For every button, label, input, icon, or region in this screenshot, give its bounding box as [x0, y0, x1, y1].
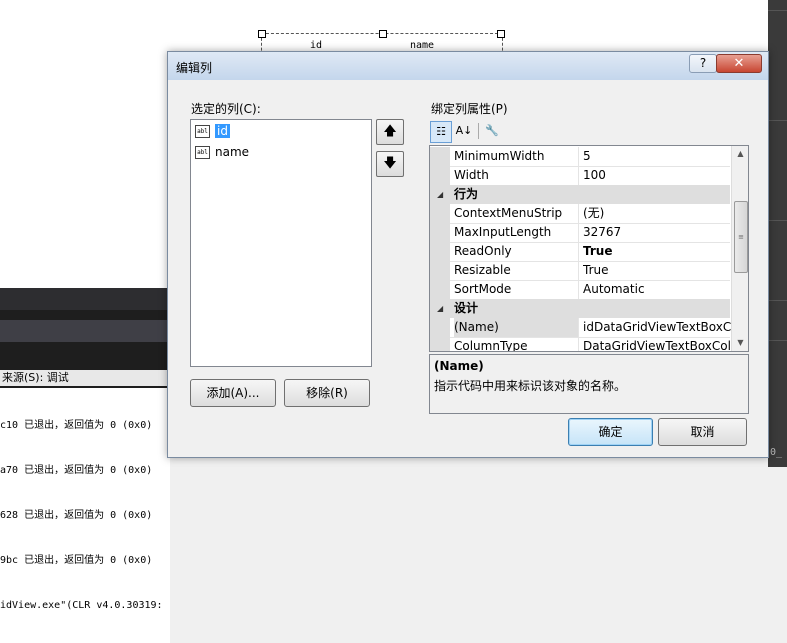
property-gutter — [430, 337, 450, 351]
scroll-up-icon[interactable]: ▲ — [732, 146, 748, 162]
property-gutter — [430, 204, 450, 223]
property-gutter — [430, 166, 450, 185]
property-value[interactable]: DataGridViewTextBoxColumn — [583, 337, 731, 351]
property-row[interactable]: (Name)idDataGridViewTextBoxColumn — [430, 318, 731, 338]
property-row[interactable]: SortMode Automatic — [430, 280, 730, 300]
bound-properties-label: 绑定列属性(P) — [431, 102, 508, 116]
categorized-view-button[interactable]: ☷ — [430, 121, 452, 143]
property-gutter — [430, 147, 450, 166]
property-gutter — [430, 280, 450, 299]
help-button[interactable]: ? — [689, 54, 717, 73]
property-row[interactable]: ContextMenuStrip (无) — [430, 204, 730, 224]
textbox-column-icon: abl — [195, 146, 210, 159]
description-title: (Name) — [434, 359, 484, 373]
output-lines: c10 已退出，返回值为 0 (0x0) a70 已退出，返回值为 0 (0x0… — [0, 388, 170, 643]
output-line: 628 已退出，返回值为 0 (0x0) — [0, 510, 153, 521]
alphabetical-view-button[interactable]: A↓ — [454, 121, 474, 141]
property-name: ColumnType — [454, 337, 579, 351]
property-row[interactable]: MaxInputLength 32767 — [430, 223, 730, 243]
output-line: idView.exe"(CLR v4.0.30319: — [0, 600, 163, 611]
ok-button[interactable]: 确定 — [568, 418, 653, 446]
output-window: 来源(S): 调试 c10 已退出，返回值为 0 (0x0) a70 已退出，返… — [0, 288, 172, 643]
arrow-down-icon: 🡇 — [383, 156, 397, 171]
property-grid-scrollbar[interactable]: ▲ ≡ ▼ — [731, 146, 748, 351]
property-name: SortMode — [454, 280, 579, 299]
property-value[interactable]: 32767 — [583, 223, 731, 242]
property-name: MaxInputLength — [454, 223, 579, 242]
property-gutter — [430, 318, 450, 337]
property-name: Resizable — [454, 261, 579, 280]
resize-handle[interactable] — [258, 30, 266, 38]
property-gutter — [430, 242, 450, 261]
property-value[interactable]: True — [583, 242, 731, 261]
property-grid[interactable]: MinimumWidth 5 Width 100 ◢ 行为 ContextMenuStrip… — [429, 145, 749, 352]
property-value[interactable]: idDataGridViewTextBoxColumn — [583, 318, 731, 337]
property-value[interactable]: (无) — [583, 204, 731, 223]
property-gutter — [430, 223, 450, 242]
property-gutter — [430, 261, 450, 280]
list-item-label: id — [215, 124, 230, 138]
wrench-icon: 🔧 — [485, 124, 499, 137]
property-description-panel: (Name) 指示代码中用来标识该对象的名称。 — [429, 354, 749, 414]
scroll-thumb[interactable]: ≡ — [734, 201, 748, 273]
dialog-title: 编辑列 — [176, 61, 213, 75]
property-name: (Name) — [454, 318, 579, 337]
output-source-label: 来源(S): 调试 — [0, 370, 172, 386]
resize-handle[interactable] — [497, 30, 505, 38]
property-row[interactable]: MinimumWidth 5 — [430, 147, 730, 167]
property-category[interactable]: ◢ 行为 — [430, 185, 730, 204]
output-header — [0, 320, 170, 342]
corner-text: 0_ — [770, 447, 783, 458]
property-value[interactable]: 5 — [583, 147, 731, 166]
property-name: ReadOnly — [454, 242, 579, 261]
property-row[interactable]: Width 100 — [430, 166, 730, 186]
property-row[interactable]: ColumnType DataGridViewTextBoxColumn — [430, 337, 731, 351]
add-column-button[interactable]: 添加(A)... — [190, 379, 276, 407]
list-item-label: name — [215, 145, 250, 159]
resize-handle[interactable] — [379, 30, 387, 38]
list-item-name[interactable]: abl name — [195, 144, 249, 161]
arrow-up-icon: 🡅 — [383, 124, 397, 139]
property-row[interactable]: ReadOnly True — [430, 242, 730, 262]
property-name: Width — [454, 166, 579, 185]
edit-columns-dialog: 编辑列 ? ✕ 选定的列(C): abl id abl name 🡅 🡇 添加(A)… — [167, 51, 769, 458]
close-button[interactable]: ✕ — [716, 54, 762, 73]
collapse-triangle-icon[interactable]: ◢ — [437, 185, 443, 204]
side-panel-strip — [768, 0, 787, 467]
category-name: 设计 — [454, 301, 479, 315]
output-line: c10 已退出，返回值为 0 (0x0) — [0, 420, 153, 431]
remove-column-button[interactable]: 移除(R) — [284, 379, 370, 407]
description-text: 指示代码中用来标识该对象的名称。 — [434, 379, 627, 393]
property-value[interactable]: Automatic — [583, 280, 731, 299]
sort-alpha-icon: A↓ — [455, 124, 473, 137]
property-pages-button[interactable]: 🔧 — [482, 121, 502, 141]
output-line: 9bc 已退出，返回值为 0 (0x0) — [0, 555, 153, 566]
categorized-icon: ☷ — [436, 125, 446, 138]
toolbar-divider — [478, 123, 479, 139]
move-down-button[interactable]: 🡇 — [376, 151, 404, 177]
output-tabbar — [0, 288, 170, 310]
dialog-titlebar[interactable]: 编辑列 ? ✕ — [168, 52, 768, 80]
output-line: a70 已退出，返回值为 0 (0x0) — [0, 465, 153, 476]
property-category[interactable]: ◢ 设计 — [430, 299, 730, 318]
property-name: MinimumWidth — [454, 147, 579, 166]
scroll-down-icon[interactable]: ▼ — [732, 335, 748, 351]
property-value[interactable]: True — [583, 261, 731, 280]
move-up-button[interactable]: 🡅 — [376, 119, 404, 145]
selected-columns-label: 选定的列(C): — [191, 102, 261, 116]
textbox-column-icon: abl — [195, 125, 210, 138]
selected-columns-list[interactable]: abl id abl name — [190, 119, 372, 367]
cancel-button[interactable]: 取消 — [658, 418, 747, 446]
list-item-id[interactable]: abl id — [195, 123, 230, 140]
property-value[interactable]: 100 — [583, 166, 731, 185]
collapse-triangle-icon[interactable]: ◢ — [437, 299, 443, 318]
property-row[interactable]: Resizable True — [430, 261, 730, 281]
property-name: ContextMenuStrip — [454, 204, 579, 223]
category-name: 行为 — [454, 187, 479, 201]
